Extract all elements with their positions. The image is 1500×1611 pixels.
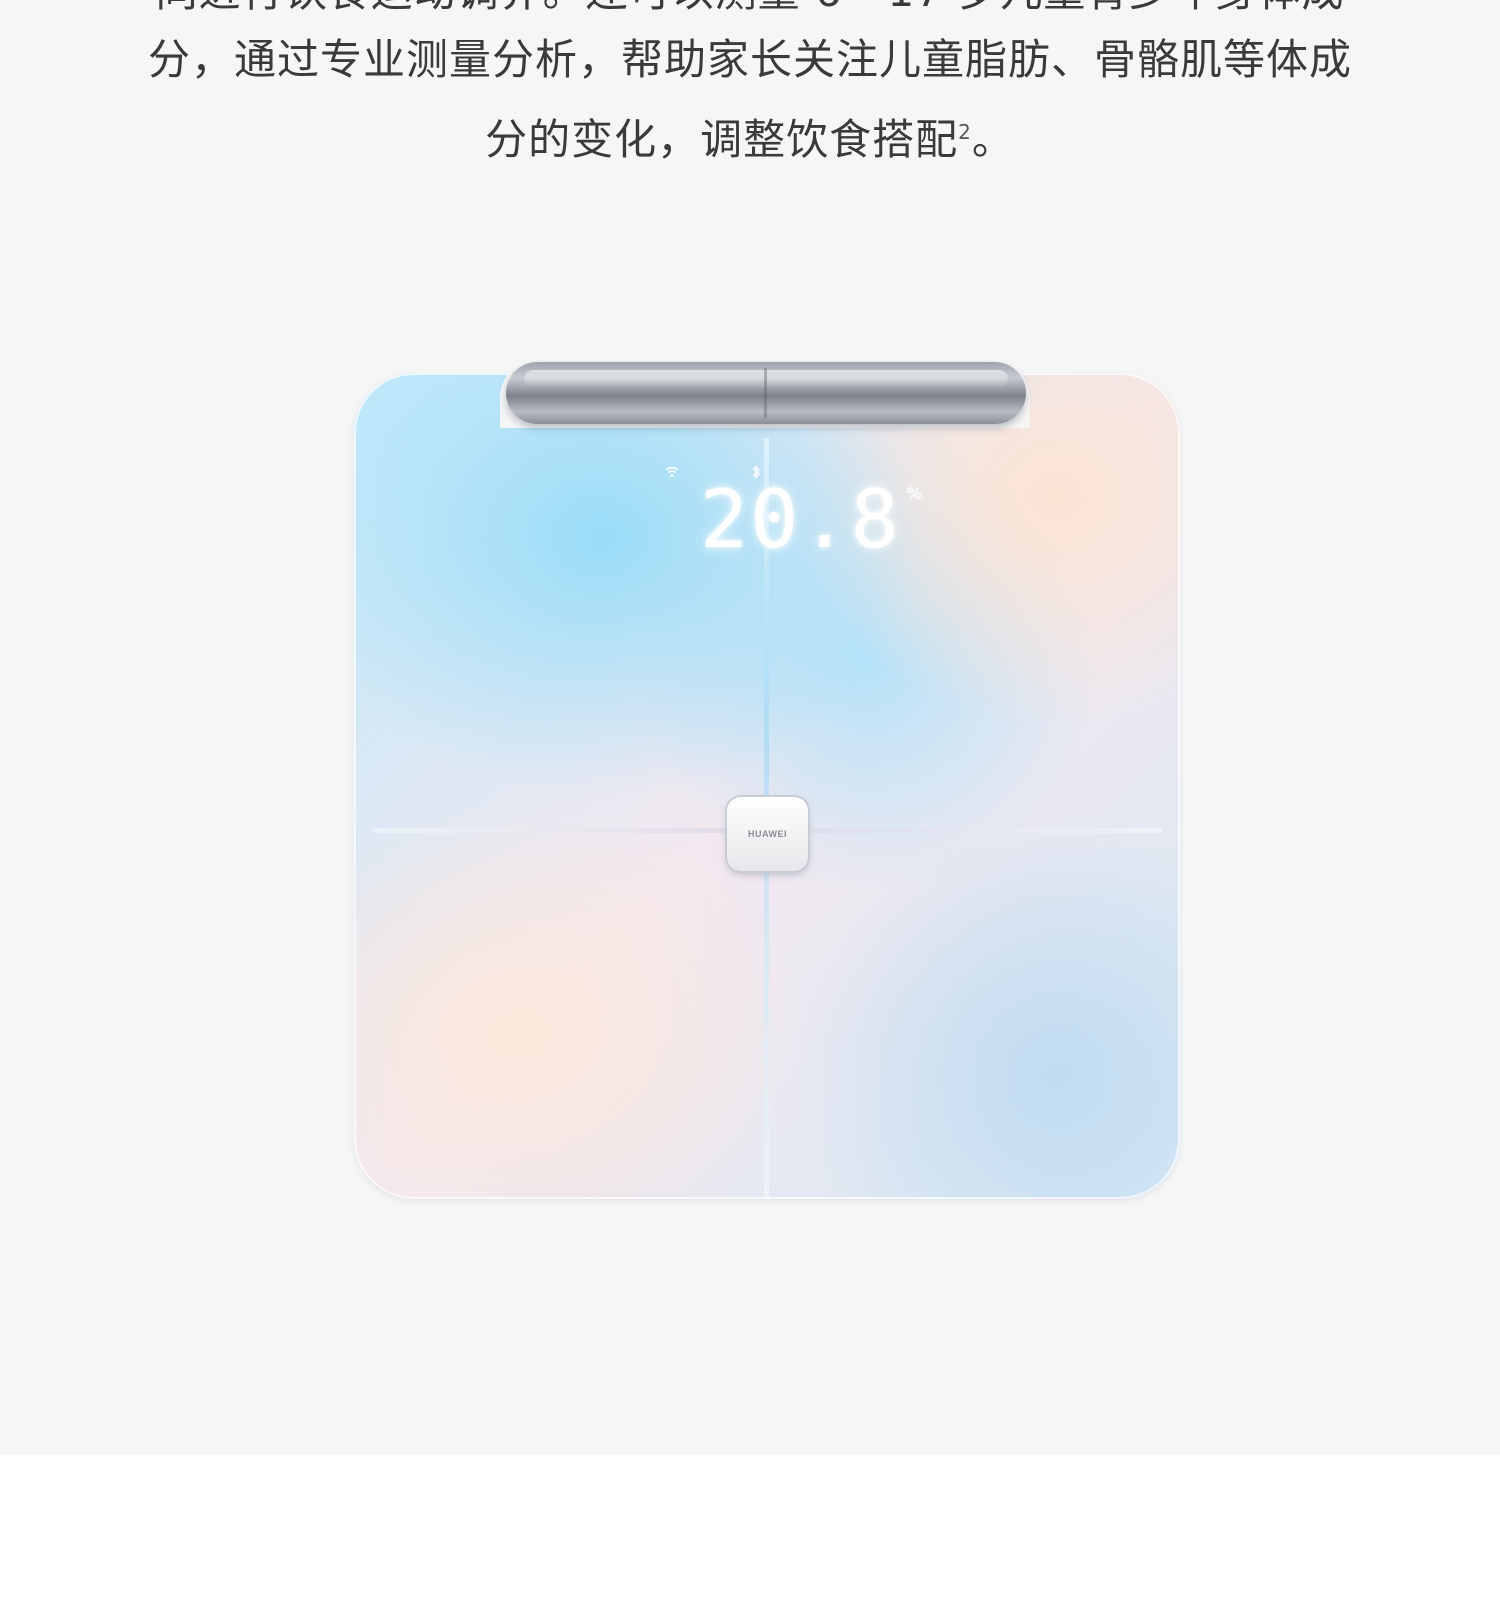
scale-display: 20.8 % bbox=[700, 480, 922, 560]
brand-logo-button: HUAWEI bbox=[727, 797, 808, 871]
wifi-icon bbox=[664, 464, 680, 480]
description-ending: 。 bbox=[971, 115, 1015, 164]
body-fat-reading: 20.8 bbox=[700, 473, 901, 566]
description-line-3: 分的变化，调整饮食搭配2。 bbox=[0, 102, 1500, 170]
description-line-3-text: 分的变化，调整饮食搭配 bbox=[485, 115, 959, 164]
reading-unit: % bbox=[906, 484, 922, 503]
description-line-2: 分，通过专业测量分析，帮助家长关注儿童脂肪、骨骼肌等体成 bbox=[147, 35, 1352, 84]
description-line-1: 同进行饮食运动调养。还可以测量 6 - 17 岁儿童青少年身体成 bbox=[0, 0, 1500, 22]
brand-logo: HUAWEI bbox=[748, 829, 787, 839]
footnote-marker[interactable]: 2 bbox=[958, 120, 972, 144]
product-section: 同进行饮食运动调养。还可以测量 6 - 17 岁儿童青少年身体成 分，通过专业测… bbox=[0, 0, 1500, 1455]
scale-handle bbox=[506, 362, 1026, 424]
handle-seam bbox=[764, 368, 767, 418]
page-bottom bbox=[0, 1455, 1500, 1611]
